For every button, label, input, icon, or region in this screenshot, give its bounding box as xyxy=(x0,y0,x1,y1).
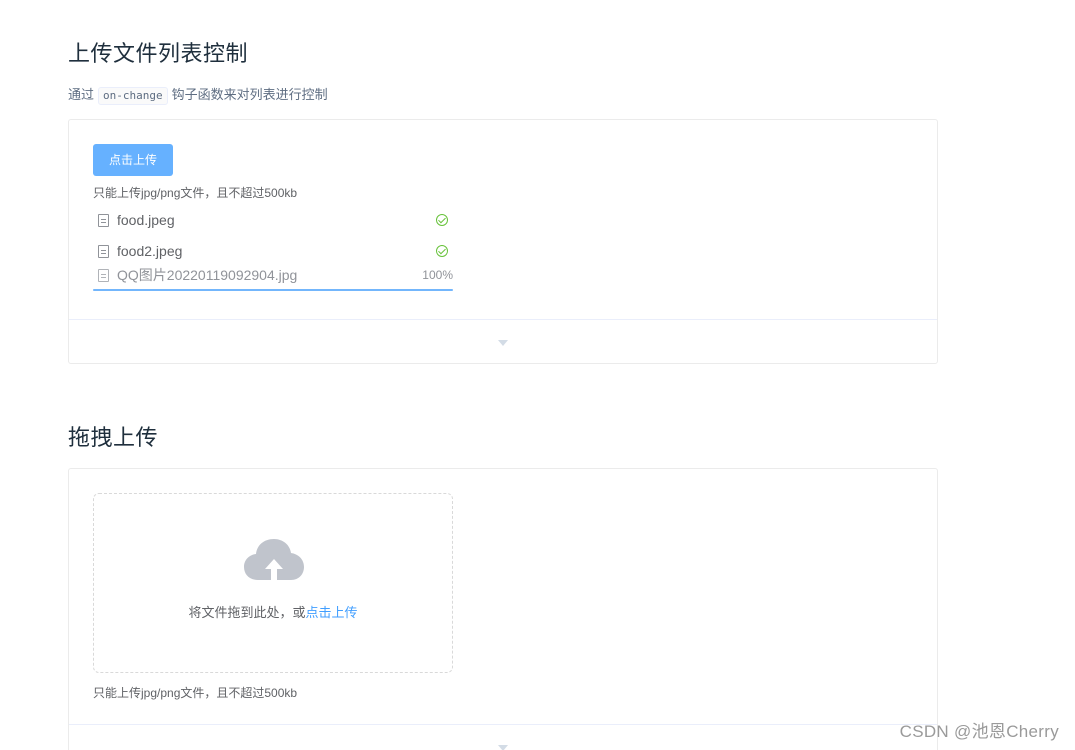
document-icon xyxy=(98,245,109,258)
drag-click-upload-link[interactable]: 点击上传 xyxy=(306,605,358,620)
demo-code-toggle[interactable] xyxy=(69,319,937,363)
drag-hint-text: 将文件拖到此处，或 xyxy=(188,605,306,620)
upload-component: 点击上传 只能上传jpg/png文件，且不超过500kb food.jpeg f… xyxy=(93,144,913,291)
upload-tip: 只能上传jpg/png文件，且不超过500kb xyxy=(93,186,298,200)
desc-after: 钩子函数来对列表进行控制 xyxy=(171,87,328,102)
upload-progress-fill xyxy=(93,289,453,291)
file-list: food.jpeg food2.jpeg QQ图片20220119092904.… xyxy=(93,207,453,291)
page-title-upload-list: 上传文件列表控制 xyxy=(68,41,249,66)
demo-code-toggle[interactable] xyxy=(69,724,937,750)
click-upload-button[interactable]: 点击上传 xyxy=(93,144,173,176)
file-list-item[interactable]: food.jpeg xyxy=(93,207,453,233)
drag-upload-component: 将文件拖到此处，或点击上传 只能上传jpg/png文件，且不超过500kb xyxy=(93,493,913,701)
page-title-drag-upload: 拖拽上传 xyxy=(68,425,159,450)
upload-progress-bar xyxy=(93,289,453,291)
upload-cloud-icon xyxy=(244,539,304,584)
file-name[interactable]: food.jpeg xyxy=(117,212,175,228)
document-icon xyxy=(98,214,109,227)
demo-block-drag-upload: 将文件拖到此处，或点击上传 只能上传jpg/png文件，且不超过500kb xyxy=(68,468,938,750)
circle-check-icon xyxy=(436,214,448,226)
document-icon xyxy=(98,269,109,282)
upload-percent: 100% xyxy=(422,268,453,282)
hook-name-code: on-change xyxy=(98,87,168,105)
desc-before: 通过 xyxy=(68,87,95,102)
drag-drop-area[interactable]: 将文件拖到此处，或点击上传 xyxy=(93,493,453,673)
file-list-item[interactable]: food2.jpeg xyxy=(93,238,453,264)
caret-bottom-icon xyxy=(498,340,508,346)
caret-bottom-icon xyxy=(498,745,508,750)
file-name[interactable]: QQ图片20220119092904.jpg xyxy=(117,267,297,283)
drag-upload-tip: 只能上传jpg/png文件，且不超过500kb xyxy=(93,686,298,700)
drag-hint: 将文件拖到此处，或点击上传 xyxy=(94,602,452,621)
circle-check-icon xyxy=(436,245,448,257)
demo-block-upload-list: 点击上传 只能上传jpg/png文件，且不超过500kb food.jpeg f… xyxy=(68,119,938,364)
file-list-item-uploading[interactable]: QQ图片20220119092904.jpg 100% xyxy=(93,264,453,288)
file-name[interactable]: food2.jpeg xyxy=(117,243,182,259)
watermark-text: CSDN @池恩Cherry xyxy=(899,722,1059,741)
section-description: 通过 on-change 钩子函数来对列表进行控制 xyxy=(68,86,328,105)
